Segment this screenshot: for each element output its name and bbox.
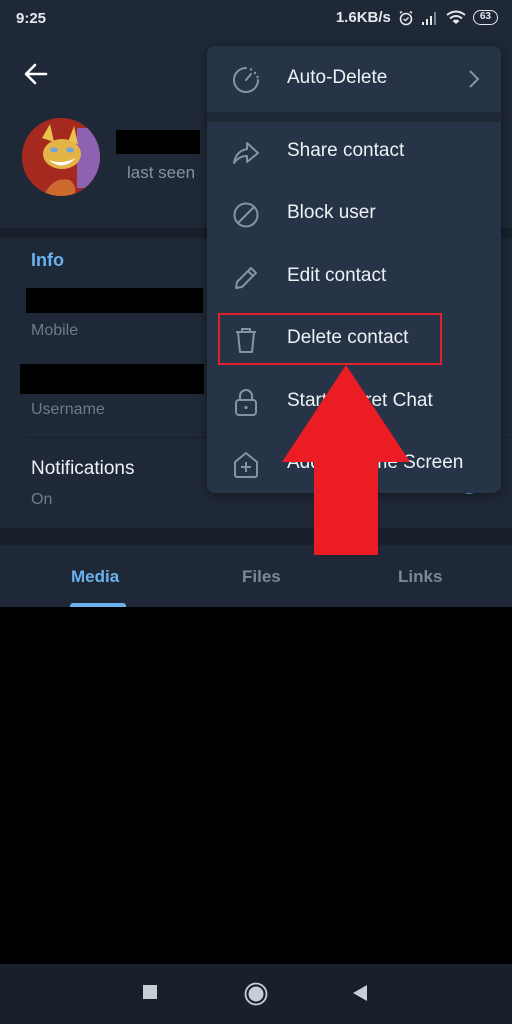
chevron-right-icon [469,70,480,88]
system-nav-bar [0,964,512,1024]
contact-options-menu: Auto-Delete Share contact Block user Edi… [207,46,501,493]
contact-name-redacted [116,130,200,154]
media-tabs: Media Files Links [0,545,512,607]
network-speed: 1.6KB/s [335,9,391,26]
arrow-left-icon[interactable] [22,60,50,88]
username-value-redacted[interactable] [20,364,204,394]
block-icon [233,202,259,228]
tab-media[interactable]: Media [71,567,119,587]
menu-item-add-to-home-screen[interactable]: Add to Home Screen [207,433,501,493]
menu-item-label: Start Secret Chat [287,390,433,411]
tab-files[interactable]: Files [242,567,281,587]
status-time: 9:25 [16,10,47,27]
triangle-back-icon[interactable] [352,984,368,1002]
share-icon [233,142,259,164]
menu-item-share-contact[interactable]: Share contact [207,121,501,183]
home-add-icon [234,452,258,478]
menu-item-edit-contact[interactable]: Edit contact [207,246,501,308]
notifications-title[interactable]: Notifications [31,458,135,480]
delete-contact-highlight-box [218,313,442,365]
menu-item-auto-delete[interactable]: Auto-Delete [207,48,501,110]
menu-item-start-secret-chat[interactable]: Start Secret Chat [207,371,501,433]
status-bar: 9:25 1.6KB/s 63 [0,0,512,38]
status-icons: 1.6KB/s 63 [336,9,498,26]
pencil-icon [235,267,257,289]
menu-item-label: Auto-Delete [287,67,388,88]
section-divider [0,528,512,545]
menu-item-block-user[interactable]: Block user [207,183,501,245]
menu-item-label: Share contact [287,140,405,161]
avatar-image [22,118,100,196]
last-seen-status: last seen [127,163,196,182]
notifications-status: On [31,491,53,508]
signal-icon [421,11,436,25]
lock-icon [235,389,257,416]
tab-links[interactable]: Links [398,567,442,587]
circle-home-icon[interactable] [244,982,268,1006]
media-content-area [0,607,512,964]
avatar[interactable] [22,118,100,196]
menu-item-label: Block user [287,202,376,223]
phone-value-redacted[interactable] [26,288,203,313]
wifi-icon [446,10,466,24]
battery-indicator: 63 [472,10,498,25]
username-label: Username [31,401,105,418]
menu-item-label: Add to Home Screen [287,452,464,473]
square-icon[interactable] [142,984,158,1000]
phone-label: Mobile [31,322,79,339]
timer-icon [233,67,259,93]
info-section-title: Info [31,250,64,270]
alarm-icon [399,10,413,25]
menu-item-label: Edit contact [287,265,387,286]
